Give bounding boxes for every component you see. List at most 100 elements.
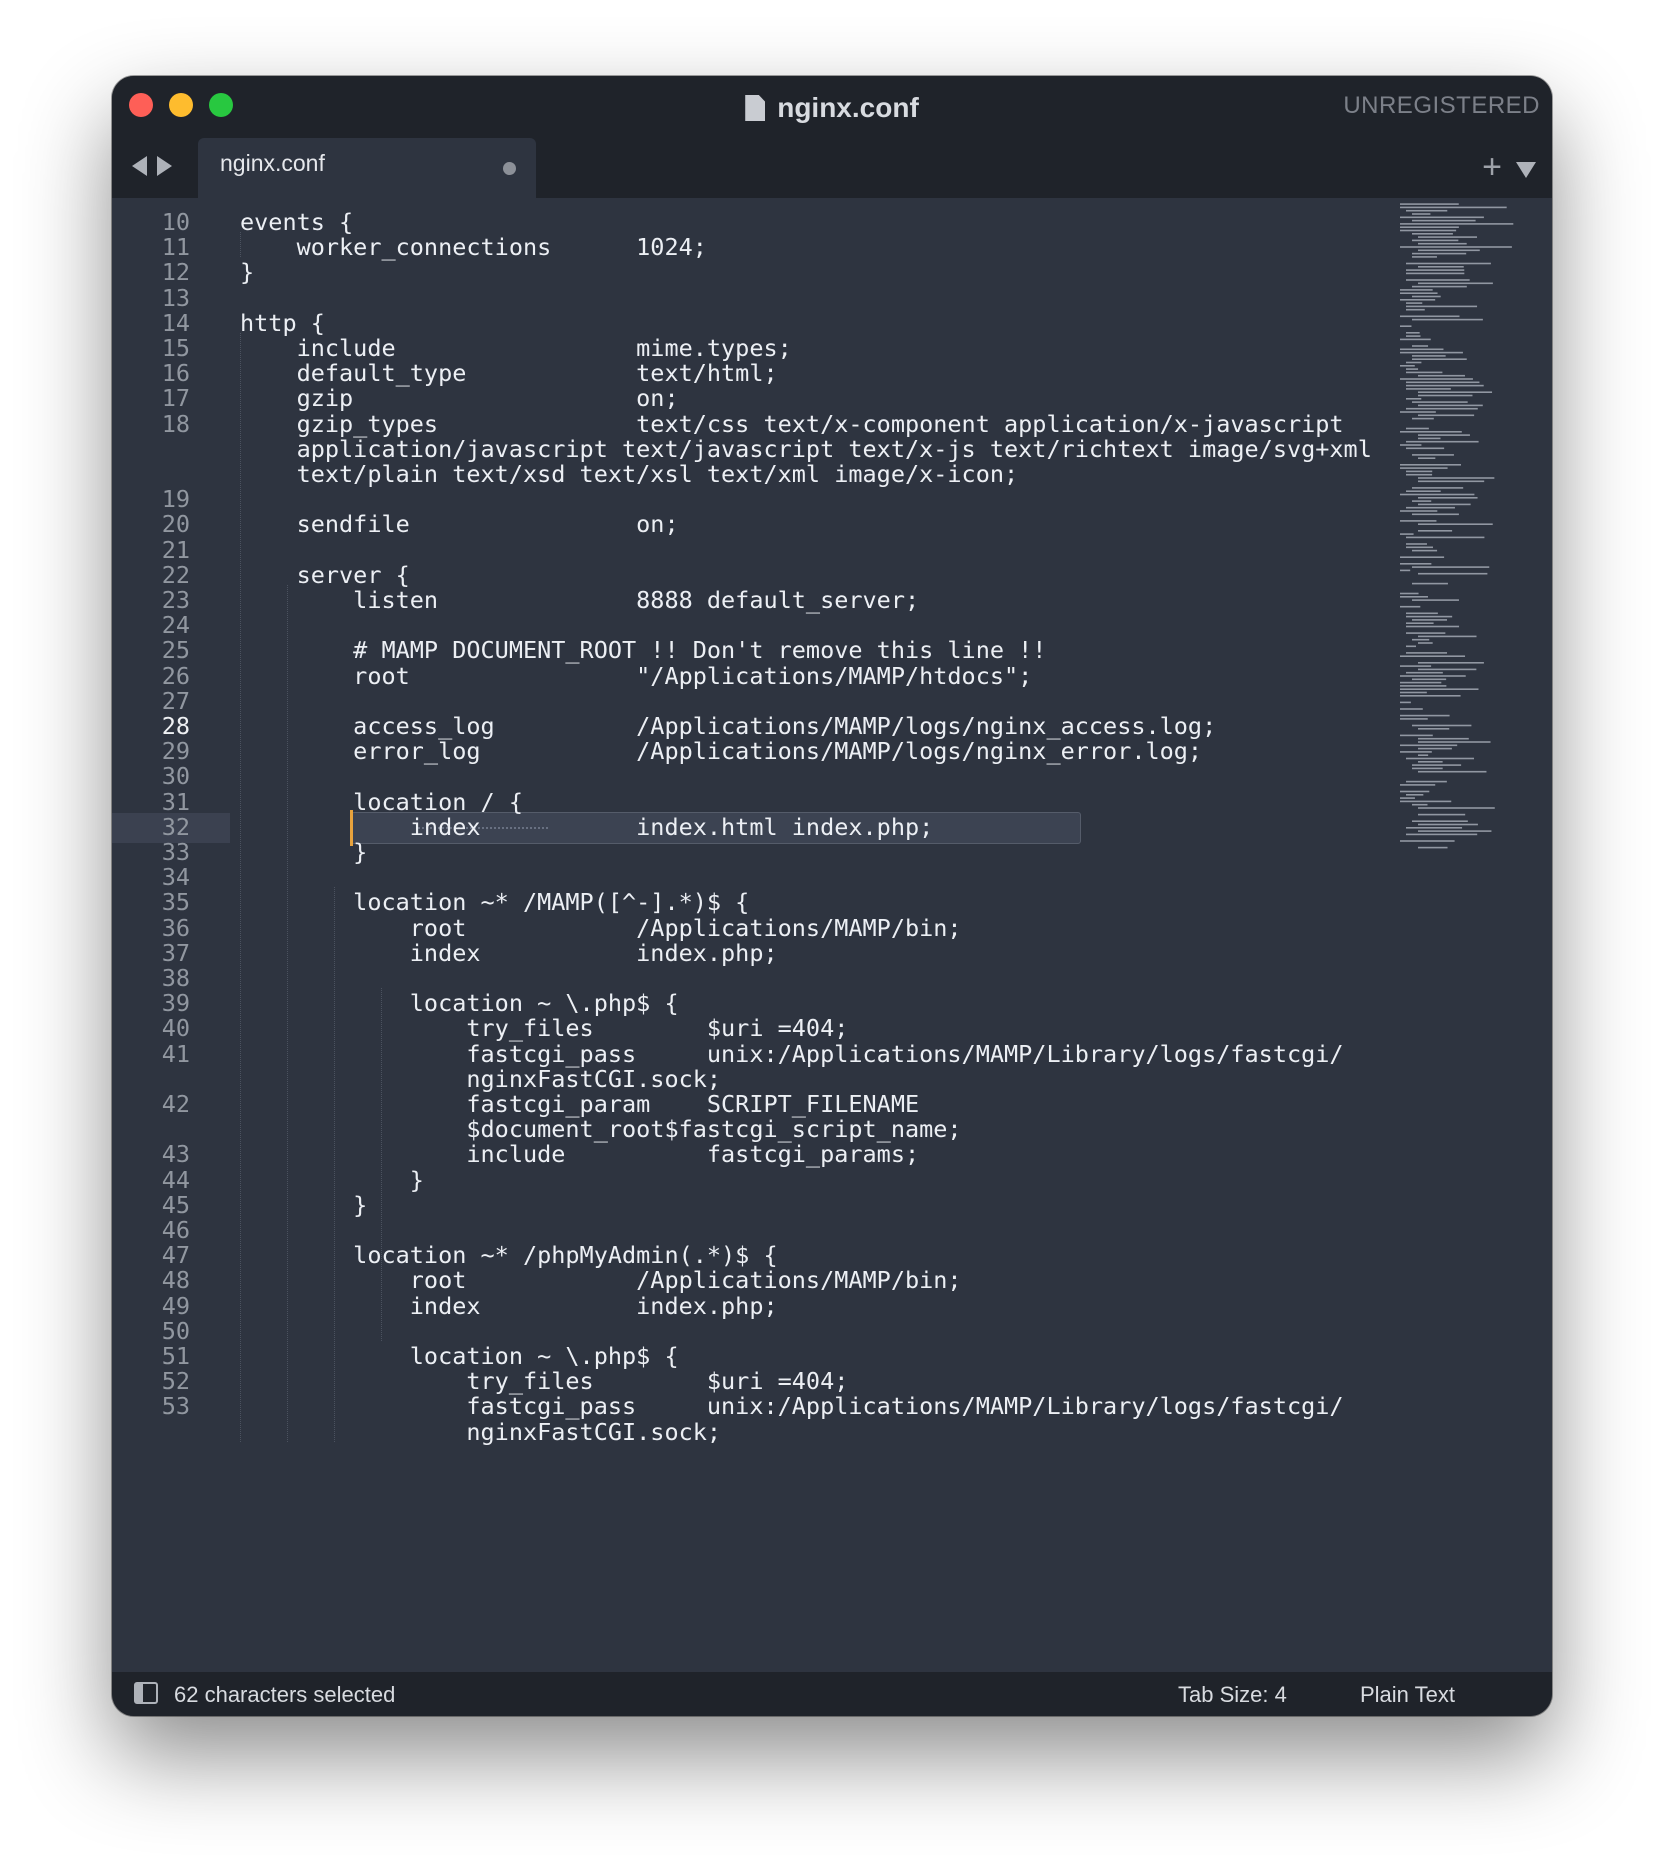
minimap-line <box>1400 734 1433 737</box>
minimap-line <box>1418 374 1465 377</box>
minimap-line <box>1418 761 1443 763</box>
minimap-line <box>1412 820 1468 822</box>
minimap-line <box>1418 530 1453 532</box>
minimap-line <box>1406 757 1475 760</box>
editor-window: nginx.conf UNREGISTERED nginx.conf + 10 e… <box>112 76 1552 1716</box>
triangle-down-icon[interactable] <box>1516 162 1536 178</box>
minimap-line <box>1400 695 1461 697</box>
minimap-line <box>1412 454 1454 456</box>
minimap-line <box>1418 249 1480 252</box>
minimap-line <box>1418 662 1484 664</box>
code-text: nginxFastCGI.sock; <box>240 1417 722 1446</box>
minimap-line <box>1400 520 1437 522</box>
minimap-line <box>1412 582 1448 585</box>
minimap-line <box>1406 546 1433 549</box>
minimap-line <box>1412 233 1453 235</box>
tab-size-button[interactable]: Tab Size: 4 <box>1178 1682 1287 1708</box>
minimap-line <box>1418 846 1448 849</box>
minimap-line <box>1400 592 1419 595</box>
minimap-line <box>1400 226 1459 228</box>
minimap-line <box>1412 513 1459 516</box>
title-bar: nginx.conf UNREGISTERED <box>112 76 1552 140</box>
minimap-line <box>1406 262 1491 265</box>
minimap-line <box>1406 308 1425 311</box>
minimap-line <box>1400 289 1433 291</box>
minimap-line <box>1406 335 1421 337</box>
minimap-line <box>1406 332 1420 334</box>
minimap-line <box>1400 840 1455 842</box>
minimap-line <box>1412 767 1443 770</box>
minimap-line <box>1418 807 1495 809</box>
tab-nginx-conf[interactable]: nginx.conf <box>198 138 536 198</box>
minimap-line <box>1400 510 1438 512</box>
minimap-line <box>1412 803 1428 806</box>
minimap-line <box>1400 292 1438 294</box>
minimap[interactable] <box>1398 198 1538 858</box>
minimap-line <box>1400 681 1442 684</box>
code-editor[interactable]: 10 events {11 worker_connections 1024; 12}… <box>112 198 1552 1672</box>
window-title: nginx.conf <box>112 76 1552 140</box>
minimap-line <box>1406 625 1460 628</box>
minimap-line <box>1412 417 1434 420</box>
minimap-line <box>1406 536 1485 539</box>
minimap-line <box>1406 470 1433 473</box>
minimap-line <box>1400 338 1431 341</box>
minimap-line <box>1400 691 1427 694</box>
plus-icon[interactable]: + <box>1482 150 1502 184</box>
minimap-line <box>1406 827 1463 829</box>
minimap-line <box>1400 493 1475 496</box>
minimap-line <box>1406 833 1478 836</box>
unsaved-dot-icon[interactable] <box>503 162 516 175</box>
minimap-line <box>1400 464 1461 466</box>
sidebar-panel-icon[interactable] <box>134 1682 158 1704</box>
minimap-line <box>1418 635 1477 638</box>
minimap-line <box>1418 414 1475 417</box>
tab-label: nginx.conf <box>220 150 325 176</box>
minimap-line <box>1406 407 1478 410</box>
minimap-line <box>1406 632 1446 634</box>
minimap-line <box>1400 665 1432 667</box>
minimap-line <box>1412 358 1467 360</box>
minimap-line <box>1406 447 1445 450</box>
minimap-line <box>1400 229 1457 232</box>
window-title-text: nginx.conf <box>777 92 919 123</box>
minimap-line <box>1412 549 1438 552</box>
minimap-line <box>1412 566 1490 568</box>
minimap-line <box>1406 506 1455 509</box>
minimap-line <box>1400 411 1436 413</box>
minimap-line <box>1418 236 1478 238</box>
syntax-button[interactable]: Plain Text <box>1360 1682 1455 1708</box>
minimap-line <box>1418 434 1470 436</box>
status-bar: 62 characters selected Tab Size: 4 Plain… <box>112 1672 1552 1716</box>
minimap-line <box>1412 724 1472 727</box>
minimap-line <box>1418 391 1493 393</box>
minimap-line <box>1400 299 1436 301</box>
minimap-line <box>1418 572 1488 575</box>
minimap-line <box>1418 823 1478 826</box>
minimap-line <box>1406 302 1423 304</box>
minimap-line <box>1400 708 1423 710</box>
minimap-line <box>1406 490 1441 492</box>
minimap-line <box>1406 368 1419 370</box>
minimap-line <box>1406 305 1478 308</box>
minimap-line <box>1400 467 1448 469</box>
minimap-line <box>1400 797 1415 799</box>
minimap-line <box>1400 685 1447 687</box>
minimap-line <box>1412 500 1432 502</box>
minimap-line <box>1412 401 1468 403</box>
minimap-line <box>1406 794 1424 796</box>
minimap-line <box>1406 279 1470 281</box>
minimap-line <box>1406 671 1443 674</box>
minimap-line <box>1418 813 1466 816</box>
minimap-line <box>1412 239 1459 242</box>
minimap-line <box>1400 800 1452 803</box>
chevron-right-icon[interactable] <box>157 156 172 176</box>
minimap-line <box>1406 615 1453 618</box>
minimap-line <box>1406 645 1417 648</box>
minimap-line <box>1400 701 1411 704</box>
chevron-left-icon[interactable] <box>132 156 147 176</box>
minimap-line <box>1418 668 1477 671</box>
minimap-line <box>1418 747 1452 750</box>
minimap-line <box>1406 384 1484 387</box>
minimap-line <box>1412 295 1441 298</box>
